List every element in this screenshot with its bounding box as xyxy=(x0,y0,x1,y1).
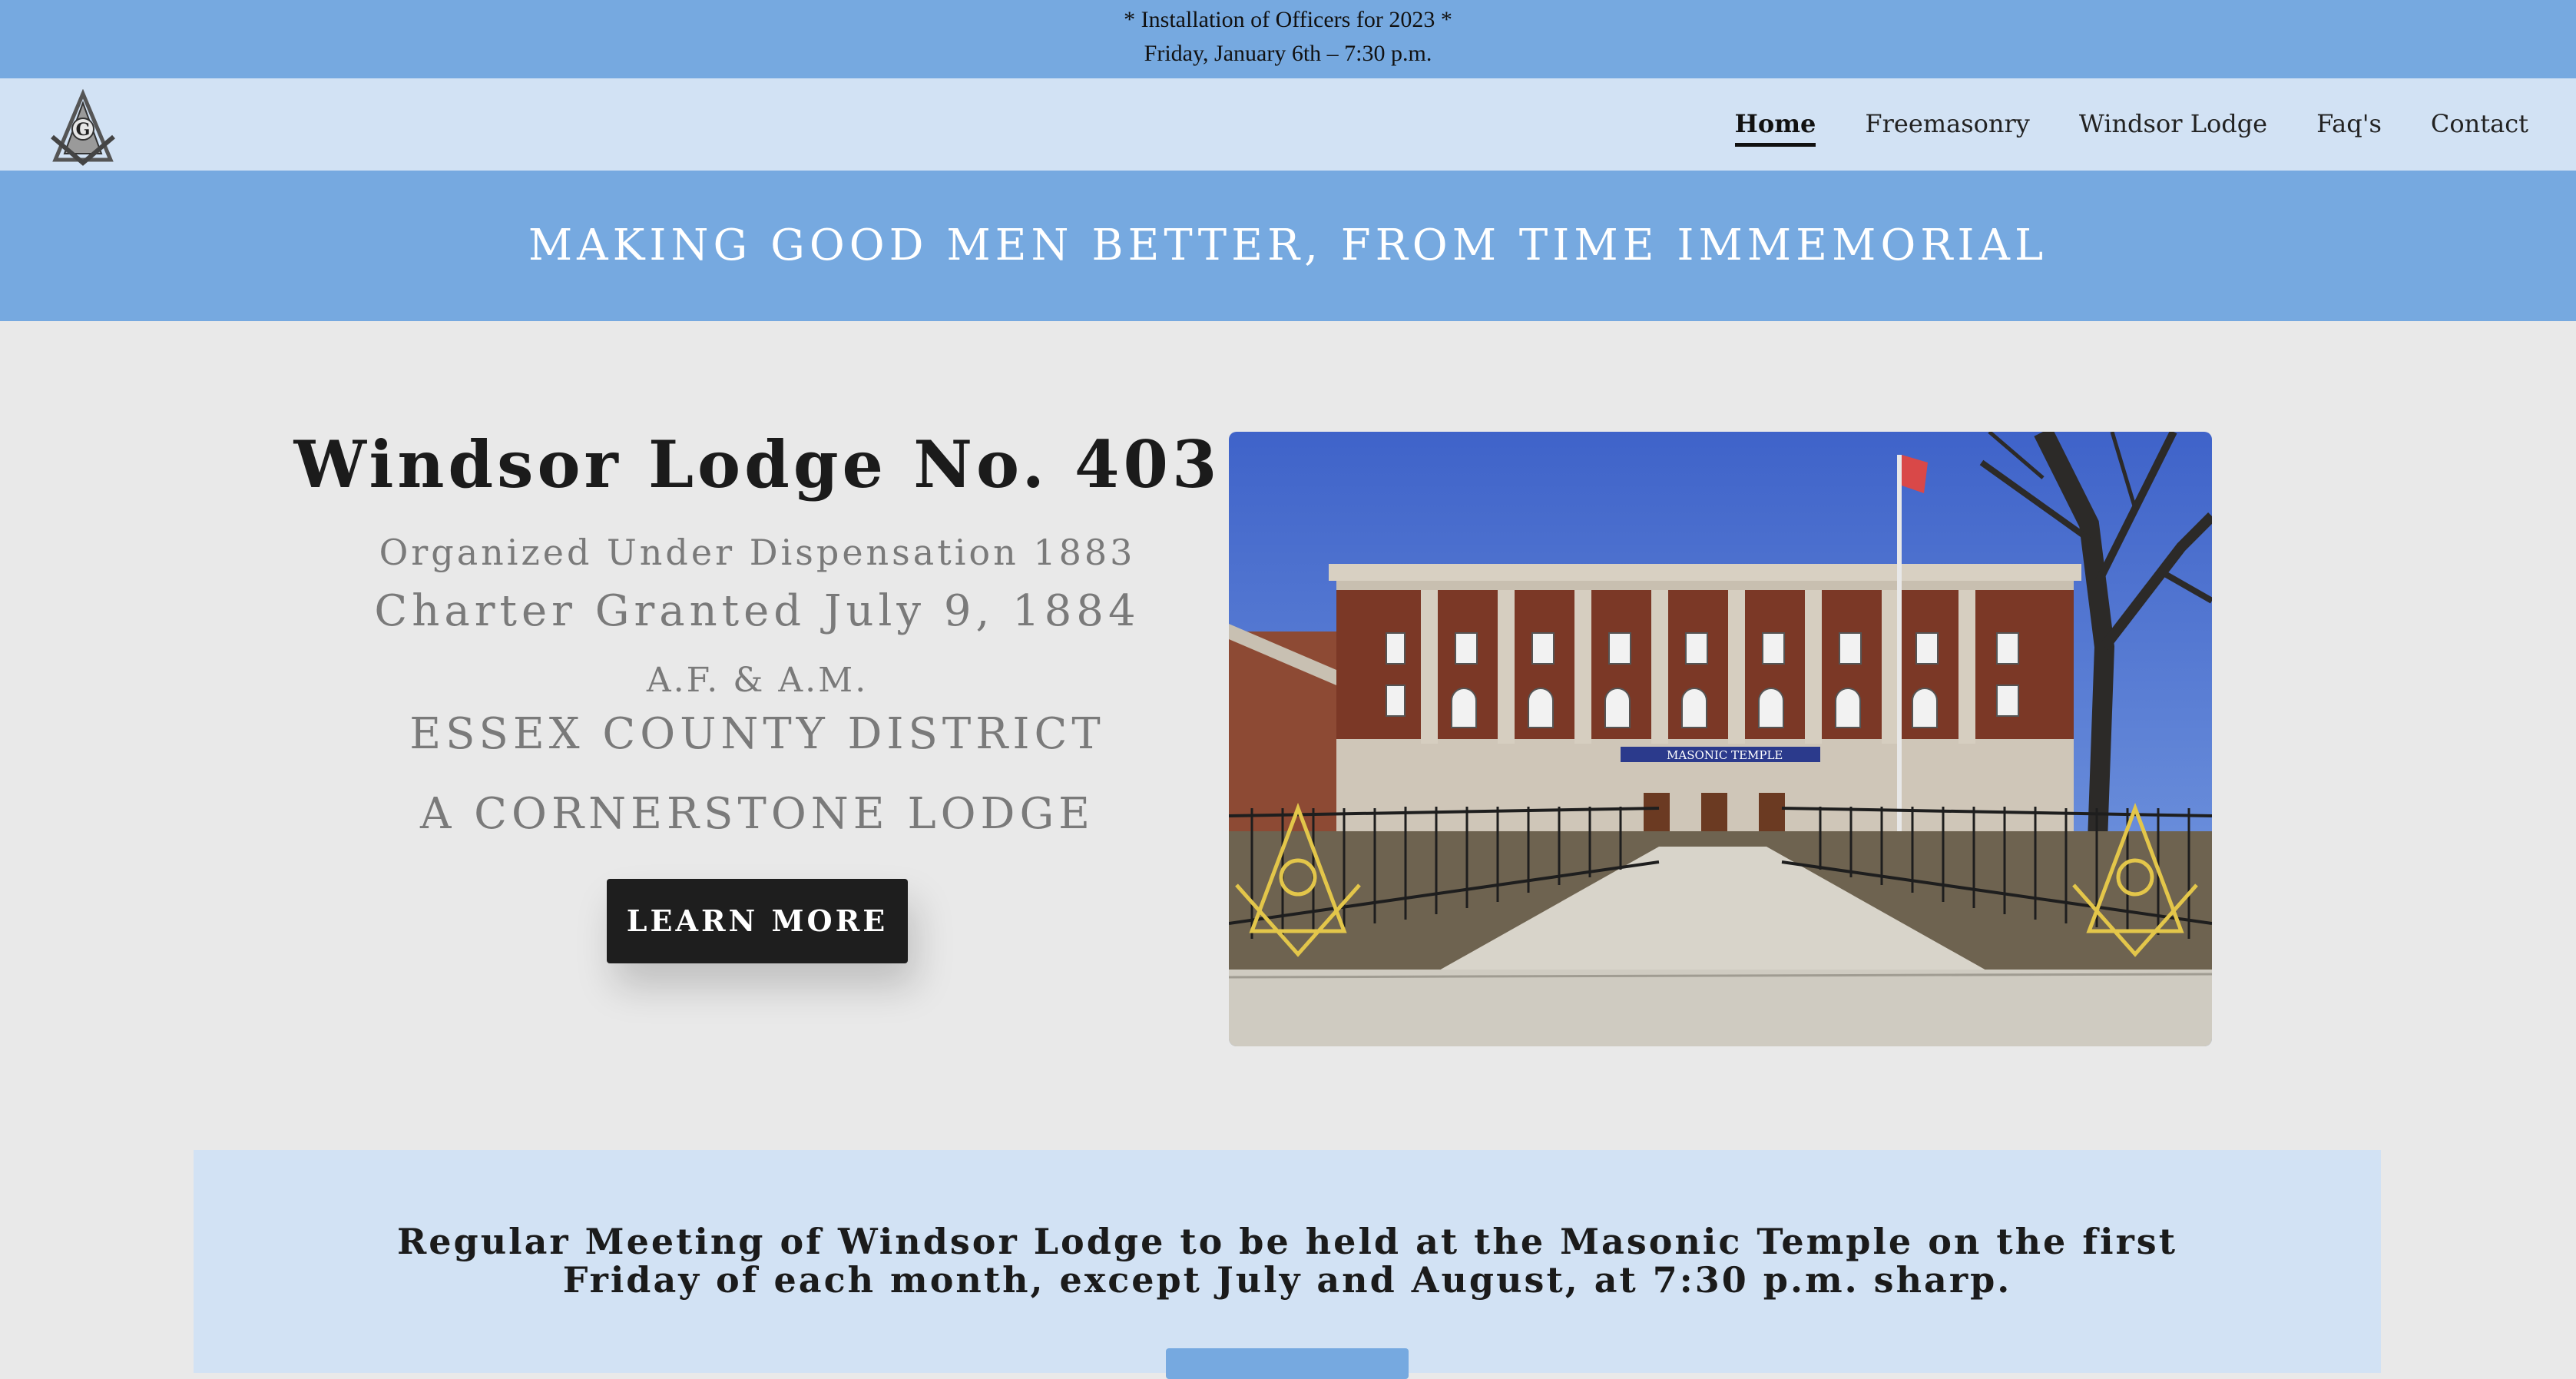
announcement-line-1: * Installation of Officers for 2023 * xyxy=(1124,7,1452,32)
rite-text: A.F. & A.M. xyxy=(646,661,869,700)
nav-home[interactable]: Home xyxy=(1734,109,1816,147)
notice-button[interactable] xyxy=(1166,1348,1409,1379)
svg-text:G: G xyxy=(76,120,91,140)
motto-banner: MAKING GOOD MEN BETTER, FROM TIME IMMEMO… xyxy=(0,171,2576,321)
organized-text: Organized Under Dispensation 1883 xyxy=(379,532,1136,573)
meeting-notice-text: Regular Meeting of Windsor Lodge to be h… xyxy=(397,1221,2177,1301)
district-text: ESSEX COUNTY DISTRICT xyxy=(409,709,1105,759)
masonic-temple-photo: MASONIC TEMPLE xyxy=(1229,432,2212,1046)
announcement-bar: * Installation of Officers for 2023 * Fr… xyxy=(0,0,2576,78)
lodge-title: Windsor Lodge No. 403 xyxy=(293,426,1221,502)
square-and-compass-icon[interactable]: G xyxy=(45,88,121,166)
cornerstone-text: A CORNERSTONE LODGE xyxy=(419,789,1095,839)
intro-section: Windsor Lodge No. 403 Organized Under Di… xyxy=(292,415,1223,963)
charter-text: Charter Granted July 9, 1884 xyxy=(374,586,1141,636)
nav-windsor-lodge[interactable]: Windsor Lodge xyxy=(2079,109,2267,147)
learn-more-button[interactable]: LEARN MORE xyxy=(607,879,908,963)
temple-banner-text: MASONIC TEMPLE xyxy=(1667,748,1783,762)
nav-contact[interactable]: Contact xyxy=(2431,109,2528,147)
nav-freemasonry[interactable]: Freemasonry xyxy=(1865,109,2029,147)
nav-faqs[interactable]: Faq's xyxy=(2316,109,2382,147)
meeting-notice: Regular Meeting of Windsor Lodge to be h… xyxy=(194,1150,2381,1379)
site-header: G Home Freemasonry Windsor Lodge Faq's C… xyxy=(0,78,2576,177)
main-nav: Home Freemasonry Windsor Lodge Faq's Con… xyxy=(1734,109,2528,147)
announcement-line-2: Friday, January 6th – 7:30 p.m. xyxy=(1144,41,1432,66)
